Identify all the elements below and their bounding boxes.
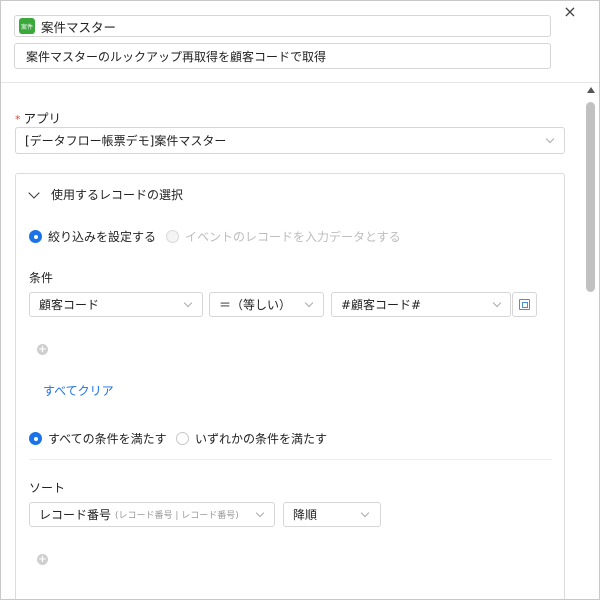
radio-filter[interactable]: [29, 230, 42, 243]
title-input[interactable]: 案件 案件マスター: [14, 15, 551, 37]
condition-value-text: #顧客コード#: [341, 298, 422, 312]
panel-header[interactable]: 使用するレコードの選択: [28, 186, 184, 203]
condition-operator-select[interactable]: ＝（等しい）: [209, 292, 324, 317]
variable-icon: [519, 299, 530, 310]
radio-event-label: イベントのレコードを入力データとする: [185, 230, 401, 244]
clear-all-link[interactable]: すべてクリア: [43, 382, 114, 399]
required-mark: *: [15, 113, 21, 126]
collapse-chevron-icon[interactable]: [28, 186, 40, 199]
condition-field-select[interactable]: 顧客コード: [29, 292, 203, 317]
add-condition-icon[interactable]: +: [37, 344, 48, 355]
sort-field-select[interactable]: レコード番号 (レコード番号 | レコード番号): [29, 502, 275, 527]
scroll-thumb[interactable]: [586, 102, 595, 292]
sort-label: ソート: [29, 481, 66, 495]
match-any-label: いずれかの条件を満たす: [195, 432, 328, 446]
add-sort-icon[interactable]: +: [37, 554, 48, 565]
condition-value-input[interactable]: #顧客コード#: [331, 292, 511, 317]
chevron-down-icon: [360, 508, 370, 518]
panel-title: 使用するレコードの選択: [51, 188, 184, 202]
match-all-option[interactable]: すべての条件を満たす: [29, 430, 167, 447]
chevron-down-icon: [545, 134, 555, 144]
sort-field-value: レコード番号: [39, 508, 112, 522]
app-icon: 案件: [19, 18, 35, 34]
scroll-up-arrow-icon[interactable]: [587, 87, 595, 93]
title-text: 案件マスター: [41, 19, 117, 35]
description-input[interactable]: 案件マスターのルックアップ再取得を顧客コードで取得: [14, 43, 551, 69]
app-select-value: [データフロー帳票デモ]案件マスター: [25, 134, 227, 148]
dialog-body: * アプリ [データフロー帳票デモ]案件マスター 使用するレコードの選択 絞り込み…: [1, 84, 599, 599]
condition-label: 条件: [29, 271, 54, 285]
radio-filter-option[interactable]: 絞り込みを設定する: [29, 228, 156, 245]
divider: [30, 459, 552, 460]
app-label-text: アプリ: [23, 111, 62, 126]
condition-operator-value: ＝（等しい）: [219, 298, 292, 312]
radio-event-option[interactable]: イベントのレコードを入力データとする: [166, 228, 401, 245]
app-select[interactable]: [データフロー帳票デモ]案件マスター: [15, 127, 565, 154]
match-any-option[interactable]: いずれかの条件を満たす: [176, 430, 327, 447]
chevron-down-icon: [183, 298, 193, 308]
record-selection-panel: 使用するレコードの選択 絞り込みを設定する イベントのレコードを入力データとする…: [15, 173, 565, 599]
close-icon[interactable]: ×: [563, 4, 577, 20]
match-all-label: すべての条件を満たす: [48, 432, 167, 446]
chevron-down-icon: [304, 298, 314, 308]
insert-variable-button[interactable]: [512, 292, 537, 317]
radio-match-any[interactable]: [176, 432, 189, 445]
sort-order-select[interactable]: 降順: [283, 502, 381, 527]
app-label: * アプリ: [15, 108, 61, 127]
dialog: 案件 案件マスター × 案件マスターのルックアップ再取得を顧客コードで取得 * ア…: [0, 0, 600, 600]
condition-field-value: 顧客コード: [39, 298, 100, 312]
radio-event[interactable]: [166, 230, 179, 243]
radio-filter-label: 絞り込みを設定する: [48, 230, 157, 244]
chevron-down-icon: [255, 508, 265, 518]
dialog-header: 案件 案件マスター × 案件マスターのルックアップ再取得を顧客コードで取得: [1, 1, 599, 83]
vertical-scrollbar[interactable]: [584, 84, 598, 599]
chevron-down-icon: [492, 298, 502, 308]
sort-order-value: 降順: [293, 508, 318, 522]
sort-field-subtext: (レコード番号 | レコード番号): [115, 511, 239, 521]
radio-match-all[interactable]: [29, 432, 42, 445]
